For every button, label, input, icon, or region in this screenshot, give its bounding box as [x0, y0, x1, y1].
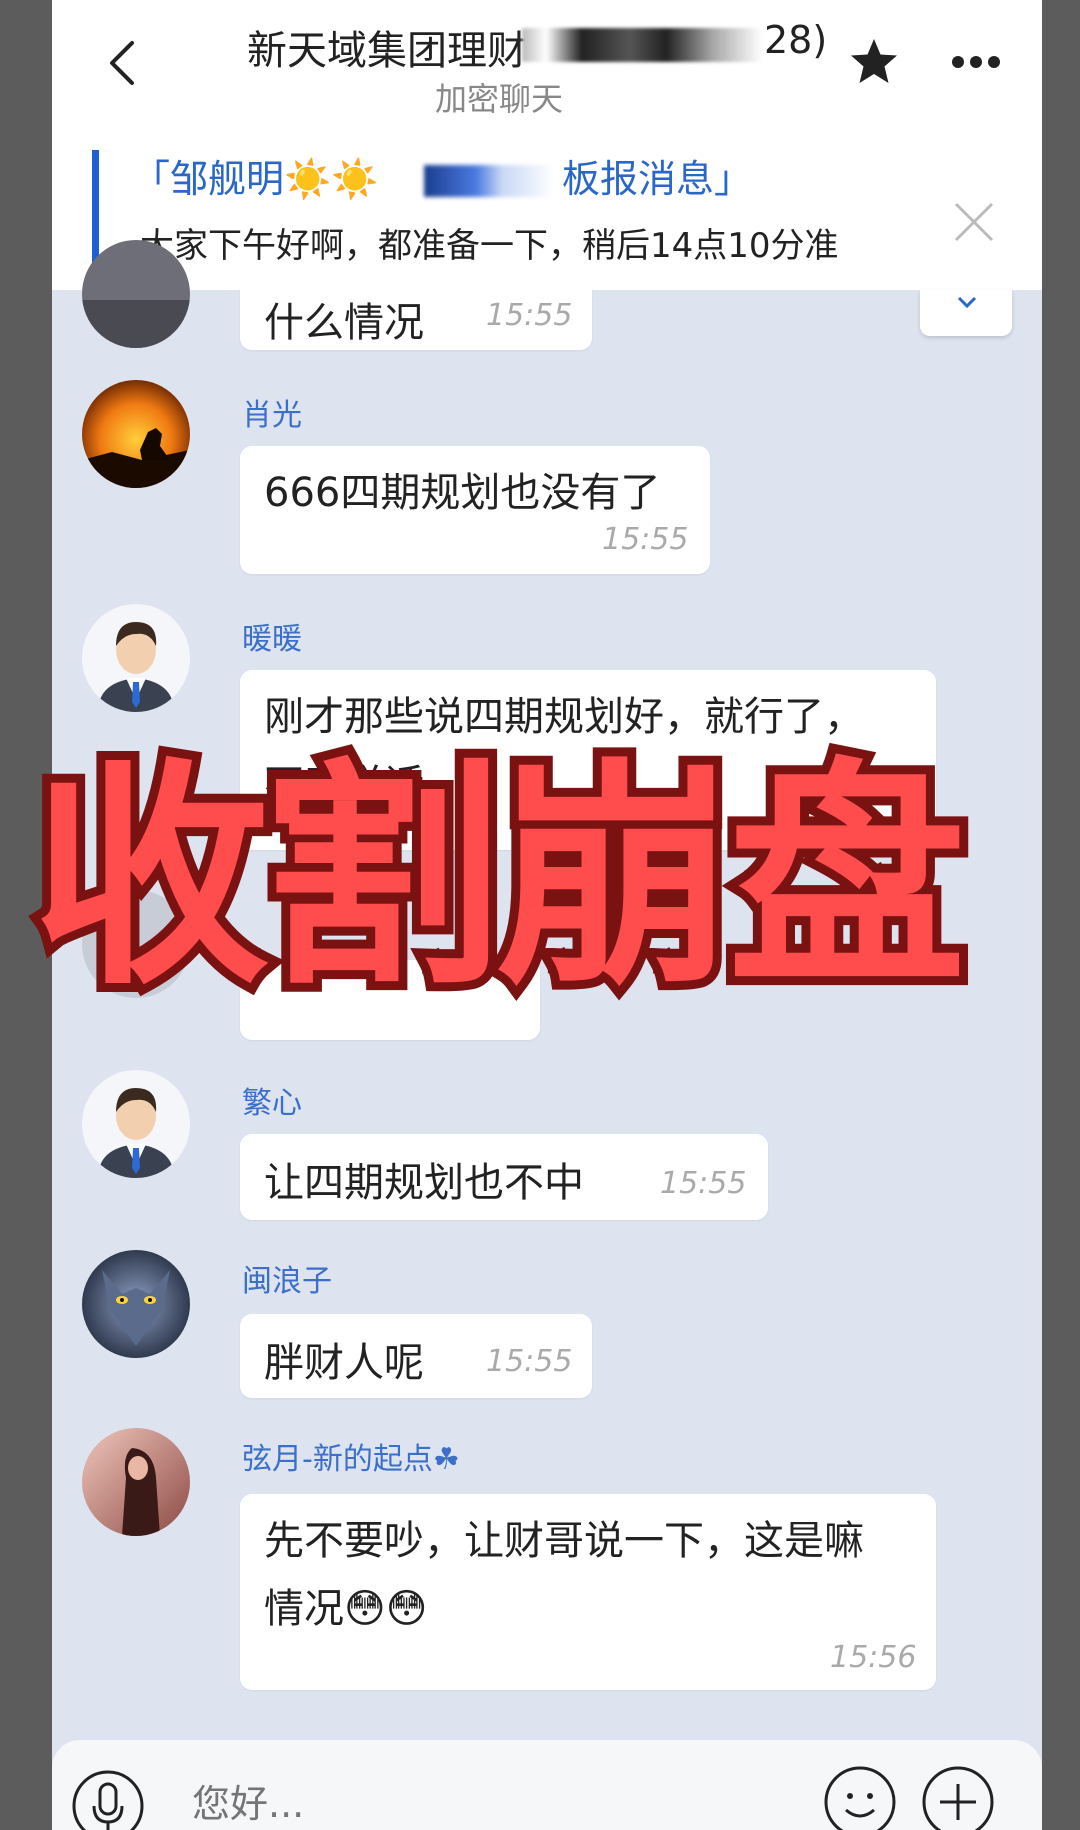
announcement-text: 大家下午好啊，都准备一下，稍后14点10分准	[140, 226, 839, 266]
chat-title-suffix: 28)	[764, 18, 828, 62]
overlay-caption: 收割崩盘	[23, 740, 975, 1017]
sender-name: 暖暖	[242, 622, 302, 657]
add-icon[interactable]	[920, 1764, 996, 1830]
scroll-to-bottom-button[interactable]	[920, 290, 1012, 336]
sender-name: 肖光	[242, 398, 302, 433]
sender-name: 弦月-新的起点☘	[242, 1442, 460, 1477]
announcement-title-end: 板报消息」	[562, 157, 753, 201]
emoji-icon[interactable]	[822, 1764, 898, 1830]
message-time: 15:56	[830, 1640, 917, 1675]
message-input[interactable]	[192, 1782, 492, 1826]
message-text-line1: 刚才那些说四期规划好，就行了，	[264, 694, 864, 740]
censor-blur	[522, 28, 762, 62]
message-text: 胖财人呢	[264, 1340, 424, 1386]
avatar[interactable]	[82, 1250, 190, 1358]
message-text-line1: 先不要吵，让财哥说一下，这是嘛	[264, 1518, 864, 1564]
message-input-bar	[52, 1740, 1042, 1830]
sender-name: 闽浪子	[242, 1264, 332, 1299]
avatar[interactable]	[82, 1070, 190, 1178]
avatar[interactable]	[82, 240, 190, 348]
message-bubble[interactable]: 让四期规划也不中 15:55	[240, 1134, 768, 1220]
message-text: 666四期规划也没有了	[264, 470, 661, 516]
announcement-title: 「邹舰明☀️☀️	[132, 157, 379, 201]
avatar[interactable]	[82, 604, 190, 712]
message-bubble[interactable]: 666四期规划也没有了 15:55	[240, 446, 710, 574]
message-bubble[interactable]: 什么情况 15:55	[240, 280, 592, 350]
chat-header: 新天域集团理财 28) 加密聊天	[52, 0, 1042, 130]
more-options-icon[interactable]	[950, 52, 1002, 72]
message-text-line2: 情况😳😳	[264, 1586, 428, 1632]
message-time: 15:55	[602, 522, 689, 557]
avatar[interactable]	[82, 1428, 190, 1536]
microphone-icon[interactable]	[70, 1768, 146, 1830]
message-time: 15:55	[486, 1344, 573, 1379]
back-arrow-icon[interactable]	[102, 38, 142, 88]
pinned-announcement[interactable]: 「邹舰明☀️☀️ 板报消息」 大家下午好啊，都准备一下，稍后14点10分准	[52, 130, 1042, 290]
message-text: 让四期规划也不中	[264, 1160, 584, 1206]
avatar[interactable]	[82, 380, 190, 488]
chat-title: 新天域集团理财	[247, 28, 527, 74]
message-time: 15:55	[486, 298, 573, 333]
chat-subtitle: 加密聊天	[435, 80, 564, 118]
sender-name: 繁心	[242, 1086, 302, 1121]
message-text: 什么情况	[264, 300, 424, 346]
message-time: 15:55	[660, 1166, 747, 1201]
chevron-down-icon	[957, 296, 977, 309]
censor-blur	[424, 165, 554, 197]
message-bubble[interactable]: 先不要吵，让财哥说一下，这是嘛 情况😳😳 15:56	[240, 1494, 936, 1690]
close-icon[interactable]	[950, 198, 998, 246]
message-bubble[interactable]: 胖财人呢 15:55	[240, 1314, 592, 1398]
star-icon[interactable]	[847, 35, 901, 89]
